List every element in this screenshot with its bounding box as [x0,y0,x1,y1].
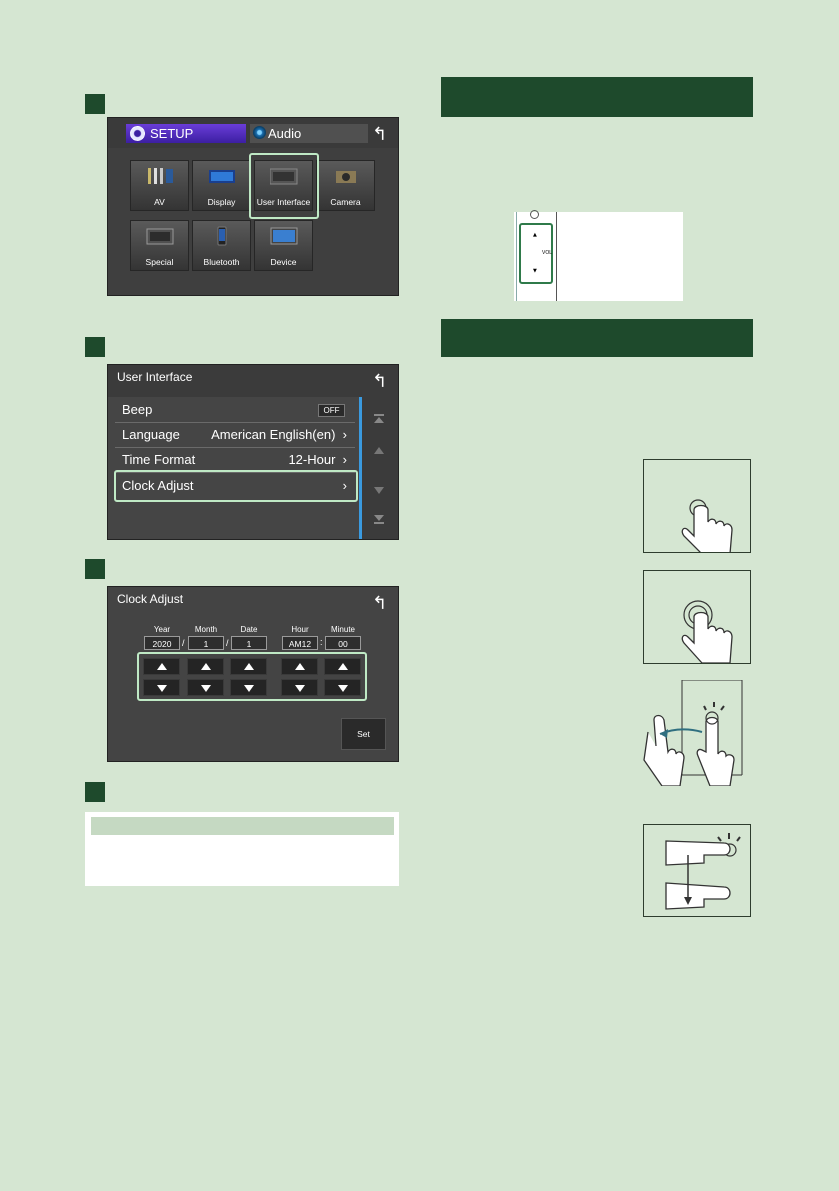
knob-edge-line [516,212,517,301]
back-arrow-icon[interactable]: ↰ [372,593,387,614]
tile-special[interactable]: Special [130,220,189,271]
vol-down-icon[interactable]: ▼ [533,268,537,274]
year-label: Year [153,625,171,634]
special-icon [146,226,174,246]
camera-icon [332,166,360,186]
tab-setup[interactable]: SETUP [126,124,246,143]
date-value: 1 [231,636,267,650]
back-arrow-icon[interactable]: ↰ [372,124,387,145]
tile-camera[interactable]: Camera [316,160,375,211]
flick-gesture-figure [640,679,746,787]
note-header-band [91,817,394,835]
bluetooth-phone-icon [208,226,236,246]
user-interface-highlight [249,153,319,219]
user-interface-screen: User Interface ↰ Beep OFF Language Ameri… [107,364,399,540]
swipe-down-gesture-frame [643,824,751,917]
arrow-buttons-highlight [137,652,367,701]
swipe-down-gesture-icon [665,833,741,910]
knob-panel: ▲ VOL ▼ [514,210,683,301]
date-label: Date [240,625,258,634]
scrollbar-track[interactable] [359,397,362,539]
step-marker-3 [85,559,105,579]
time-format-label: Time Format [122,452,196,467]
year-value: 2020 [144,636,180,650]
page-title: User Interface [117,370,193,384]
list-item-language[interactable]: Language American English(en) › [115,423,355,448]
date-separator: / [226,638,229,648]
scroll-up-icon[interactable] [374,442,384,454]
page-title: Clock Adjust [117,592,184,606]
tab-audio[interactable]: Audio [250,124,368,143]
tile-display-label: Display [207,197,236,207]
set-button[interactable]: Set [341,718,386,750]
tab-setup-label: SETUP [150,126,194,141]
tile-bluetooth[interactable]: Bluetooth [192,220,251,271]
tile-av[interactable]: AV [130,160,189,211]
tile-display[interactable]: Display [192,160,251,211]
tab-audio-label: Audio [268,126,302,141]
clock-adjust-highlight [114,470,358,502]
beep-toggle[interactable]: OFF [318,404,345,417]
scroll-down-icon[interactable] [374,483,384,494]
language-label: Language [122,427,180,442]
step-marker-1 [85,94,105,114]
tile-bluetooth-label: Bluetooth [203,257,240,267]
minute-value: 00 [325,636,361,650]
display-icon [208,166,236,186]
device-icon [270,226,298,246]
step-marker-2 [85,337,105,357]
knob-divider [556,212,557,301]
tap-gesture-icon [681,499,733,552]
beep-label: Beep [122,402,153,417]
hour-label: Hour [291,625,309,634]
language-value: American English(en) › [211,427,347,442]
long-press-gesture-icon [681,600,733,663]
list-item-beep[interactable]: Beep OFF [115,398,355,423]
tile-device-label: Device [270,257,297,267]
section-header-band-1 [441,77,753,117]
vol-up-icon[interactable]: ▲ [533,232,537,238]
vol-label: VOL [542,250,553,256]
tap-gesture-frame [643,459,751,553]
audio-icon [253,126,266,139]
tile-device[interactable]: Device [254,220,313,271]
minute-label: Minute [330,625,355,634]
scroll-bottom-icon[interactable] [374,511,384,524]
tile-special-label: Special [145,257,174,267]
tile-av-label: AV [154,197,165,207]
long-press-gesture-frame [643,570,751,664]
chevron-right-icon: › [342,452,347,467]
date-separator: / [182,638,185,648]
av-cables-icon [146,166,174,186]
section-header-band-2 [441,319,753,357]
step-marker-4 [85,782,105,802]
chevron-right-icon: › [342,427,347,442]
hour-value: AM12 [282,636,318,650]
tile-camera-label: Camera [330,197,361,207]
knob-dot-icon [530,210,539,219]
time-format-value: 12-Hour › [288,452,347,467]
gear-icon [130,126,145,141]
back-arrow-icon[interactable]: ↰ [372,371,387,392]
time-separator: : [320,637,323,647]
month-label: Month [194,625,218,634]
scroll-top-icon[interactable] [374,411,384,423]
month-value: 1 [188,636,224,650]
flick-gesture-icon [643,679,743,787]
